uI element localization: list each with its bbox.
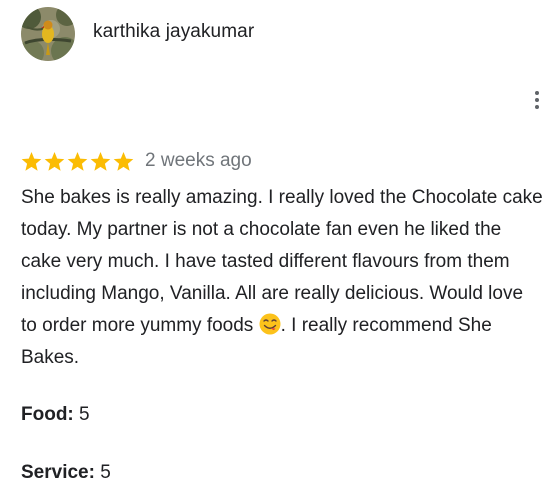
star-icon	[44, 151, 65, 171]
attribute-service-value: 5	[100, 462, 111, 483]
star-icon	[67, 151, 88, 171]
star-icon	[90, 151, 111, 171]
more-options-button[interactable]	[527, 88, 545, 112]
more-vert-icon-dot	[535, 105, 539, 109]
attribute-food-label: Food:	[21, 404, 74, 425]
more-vert-icon-dot	[535, 98, 539, 102]
attribute-service-label: Service:	[21, 462, 95, 483]
star-icon	[21, 151, 42, 171]
star-icon	[113, 151, 134, 171]
rating-row: 2 weeks ago	[21, 148, 252, 174]
review-card: karthika jayakumar 2 weeks ago She bakes…	[0, 0, 545, 492]
attribute-food: Food: 5	[21, 403, 90, 427]
attribute-food-value: 5	[79, 404, 90, 425]
more-vert-icon	[535, 91, 539, 95]
parrot-avatar-icon	[21, 7, 75, 61]
face-savoring-food-icon	[259, 313, 281, 335]
attribute-service: Service: 5	[21, 461, 111, 485]
review-timestamp: 2 weeks ago	[145, 150, 252, 171]
avatar[interactable]	[21, 7, 75, 61]
review-text: She bakes is really amazing. I really lo…	[21, 182, 543, 374]
author-name[interactable]: karthika jayakumar	[93, 20, 254, 44]
star-rating	[21, 151, 136, 172]
review-text-main: She bakes is really amazing. I really lo…	[21, 187, 543, 336]
